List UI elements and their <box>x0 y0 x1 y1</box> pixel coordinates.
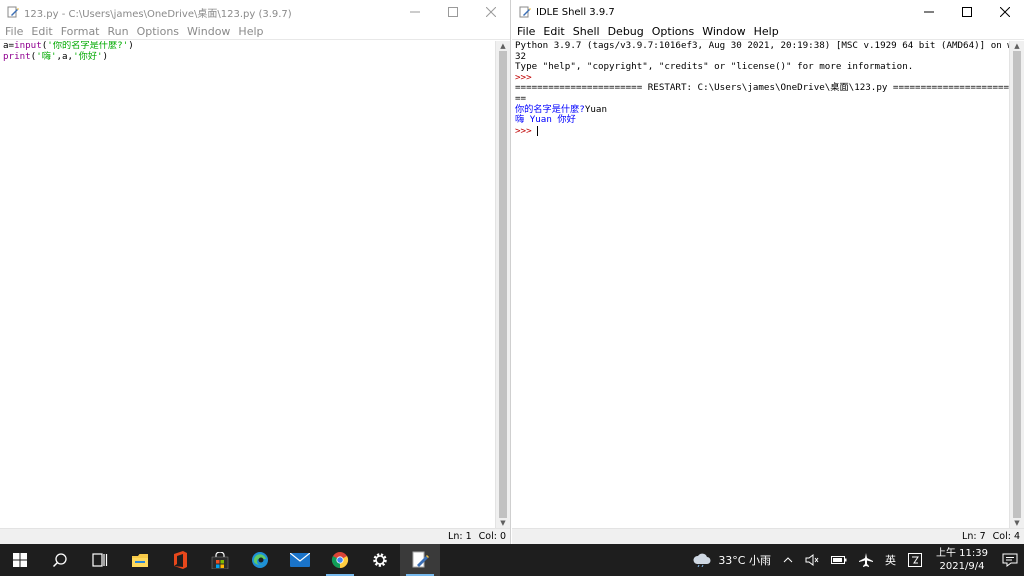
search-icon <box>52 553 67 568</box>
scroll-down-icon[interactable]: ▼ <box>496 518 510 528</box>
shell-title: IDLE Shell 3.9.7 <box>536 6 615 18</box>
settings-icon <box>373 553 387 567</box>
edge-icon <box>252 552 268 568</box>
shell-window: IDLE Shell 3.9.7 File Edit Shell Debug O… <box>512 0 1024 544</box>
chevron-up-icon[interactable] <box>777 544 799 576</box>
shell-output[interactable]: Python 3.9.7 (tags/v3.9.7:1016ef3, Aug 3… <box>512 41 1010 528</box>
editor-title: 123.py - C:\Users\james\OneDrive\桌面\123.… <box>24 8 292 20</box>
restart-line: ======================= RESTART: C:\User… <box>515 82 1010 94</box>
program-output-line: 你的名字是什麼?Yuan <box>515 103 607 115</box>
col-indicator: Col: 0 <box>478 531 506 542</box>
clock-date: 2021/9/4 <box>939 561 985 572</box>
menu-window[interactable]: Window <box>183 24 234 39</box>
ime-indicator[interactable]: 英 <box>879 544 902 576</box>
menu-format[interactable]: Format <box>57 24 104 39</box>
notification-icon <box>1002 553 1018 567</box>
menu-debug[interactable]: Debug <box>604 24 648 39</box>
shell-menubar: File Edit Shell Debug Options Window Hel… <box>512 24 1024 40</box>
menu-help[interactable]: Help <box>750 24 783 39</box>
text-cursor <box>537 125 539 136</box>
ime-mode-icon[interactable] <box>902 544 928 576</box>
clock[interactable]: 上午 11:39 2021/9/4 <box>928 547 996 573</box>
scroll-up-icon[interactable]: ▲ <box>1010 41 1024 51</box>
maximize-button[interactable] <box>434 0 472 24</box>
scroll-down-icon[interactable]: ▼ <box>1010 518 1024 528</box>
settings-button[interactable] <box>360 544 400 576</box>
shell-titlebar[interactable]: IDLE Shell 3.9.7 <box>512 0 1024 24</box>
idle-file-icon <box>6 5 20 19</box>
battery-icon[interactable] <box>825 544 853 576</box>
clock-time: 上午 11:39 <box>936 548 988 559</box>
scroll-thumb[interactable] <box>1013 51 1021 518</box>
file-explorer-icon <box>132 553 148 567</box>
speaker-muted-icon[interactable] <box>799 544 825 576</box>
scroll-up-icon[interactable]: ▲ <box>496 41 510 51</box>
start-icon <box>13 553 27 567</box>
menu-options[interactable]: Options <box>133 24 183 39</box>
menu-run[interactable]: Run <box>104 24 133 39</box>
menu-edit[interactable]: Edit <box>539 24 568 39</box>
banner-line: Type "help", "copyright", "credits" or "… <box>515 61 914 73</box>
shell-prompt-line[interactable]: >>> <box>515 125 1007 137</box>
menu-shell[interactable]: Shell <box>569 24 604 39</box>
close-button[interactable] <box>472 0 510 24</box>
idle-file-icon <box>518 5 532 19</box>
col-indicator: Col: 4 <box>992 531 1020 542</box>
editor-titlebar[interactable]: 123.py - C:\Users\james\OneDrive\桌面\123.… <box>0 0 510 24</box>
cloud-rain-icon <box>693 553 711 567</box>
shell-scrollbar[interactable]: ▲ ▼ <box>1009 41 1024 528</box>
edge-button[interactable] <box>240 544 280 576</box>
menu-window[interactable]: Window <box>698 24 749 39</box>
taskbar: 33°C 小雨 英 上午 11:39 2021/9/4 <box>0 544 1024 576</box>
minimize-button[interactable] <box>910 0 948 24</box>
menu-edit[interactable]: Edit <box>27 24 56 39</box>
weather-widget[interactable]: 33°C 小雨 <box>686 544 777 576</box>
airplane-mode-icon[interactable] <box>853 544 879 576</box>
code-editor[interactable]: a=input('你的名字是什麼?') print('嗨',a,'你好') <box>0 41 496 528</box>
task-view-button[interactable] <box>80 544 120 576</box>
menu-help[interactable]: Help <box>234 24 267 39</box>
chrome-button[interactable] <box>320 544 360 576</box>
search-button[interactable] <box>40 544 80 576</box>
weather-text: 33°C 小雨 <box>718 554 771 567</box>
code-line-2: print('嗨',a,'你好') <box>3 50 109 62</box>
banner-line: Python 3.9.7 (tags/v3.9.7:1016ef3, Aug 3… <box>515 41 1010 51</box>
editor-statusbar: Ln: 1 Col: 0 <box>0 528 510 544</box>
line-indicator: Ln: 1 <box>448 531 472 542</box>
start-button[interactable] <box>0 544 40 576</box>
menu-file[interactable]: File <box>1 24 27 39</box>
store-icon <box>211 551 229 569</box>
office-icon <box>174 551 187 569</box>
system-tray: 33°C 小雨 英 上午 11:39 2021/9/4 <box>686 544 1024 576</box>
minimize-button[interactable] <box>396 0 434 24</box>
menu-file[interactable]: File <box>513 24 539 39</box>
line-indicator: Ln: 7 <box>962 531 986 542</box>
editor-scrollbar[interactable]: ▲ ▼ <box>495 41 510 528</box>
mail-icon <box>290 553 310 567</box>
maximize-button[interactable] <box>948 0 986 24</box>
editor-menubar: File Edit Format Run Options Window Help <box>0 24 510 40</box>
notification-button[interactable] <box>996 544 1024 576</box>
task-view-icon <box>92 553 108 567</box>
store-button[interactable] <box>200 544 240 576</box>
mail-button[interactable] <box>280 544 320 576</box>
chrome-icon <box>331 552 349 569</box>
scroll-thumb[interactable] <box>499 51 507 518</box>
close-button[interactable] <box>986 0 1024 24</box>
shell-statusbar: Ln: 7 Col: 4 <box>512 528 1024 544</box>
idle-button[interactable] <box>400 544 440 576</box>
editor-window: 123.py - C:\Users\james\OneDrive\桌面\123.… <box>0 0 511 544</box>
office-button[interactable] <box>160 544 200 576</box>
idle-icon <box>412 551 429 568</box>
program-output-line: 嗨 Yuan 你好 <box>515 114 576 126</box>
file-explorer-button[interactable] <box>120 544 160 576</box>
menu-options[interactable]: Options <box>648 24 698 39</box>
